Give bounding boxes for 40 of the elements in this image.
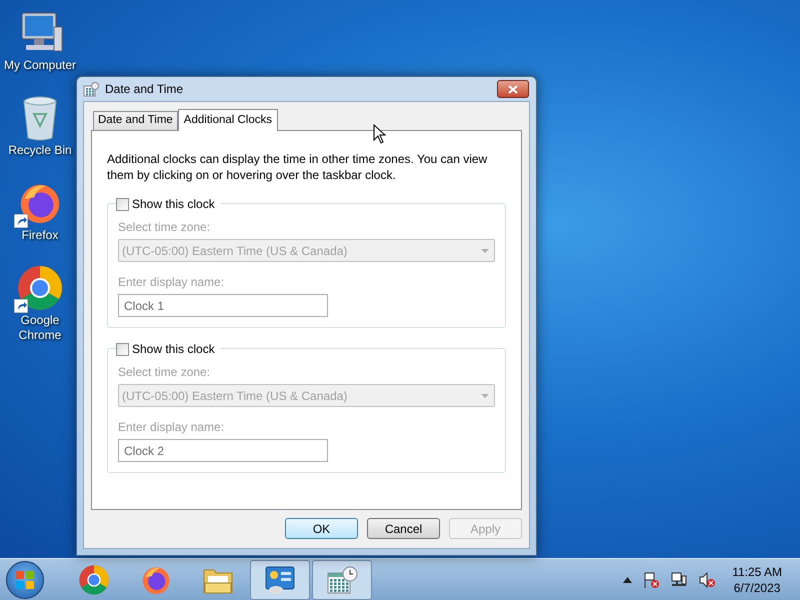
calendar-clock-icon (83, 81, 99, 97)
clock-area[interactable]: 11:25 AM 6/7/2023 (732, 564, 782, 596)
taskbar-button[interactable] (250, 560, 310, 600)
description-text: Additional clocks can display the time in other time zones. You can view them by clicking on or hovering over the taskbar clock. (107, 151, 488, 183)
show-hidden-icons-arrow-icon[interactable] (623, 576, 632, 582)
taskbar-button[interactable] (312, 560, 372, 600)
chrome-icon[interactable] (16, 264, 64, 312)
clock-time: 11:25 AM (732, 564, 782, 580)
control-panel-icon (264, 564, 296, 594)
display-name-field[interactable]: Clock 2 (118, 439, 328, 462)
show-clock-checkbox[interactable] (116, 342, 129, 356)
close-icon (508, 84, 518, 94)
window-title: Date and Time (105, 81, 184, 98)
field-label: Select time zone: (118, 364, 212, 381)
field-label: Select time zone: (118, 219, 212, 236)
network-icon[interactable] (670, 570, 688, 588)
start-button[interactable] (6, 560, 44, 598)
speaker-muted-icon[interactable] (698, 570, 716, 588)
flag-error-icon[interactable] (642, 570, 660, 588)
dialog-button[interactable]: Cancel (367, 518, 440, 539)
chrome-icon (78, 564, 110, 596)
dialog-button[interactable]: OK (285, 518, 358, 539)
desktop-icon-label[interactable]: Google Chrome (1, 313, 79, 343)
dropdown-arrow-icon (481, 394, 489, 398)
field-label: Enter display name: (118, 274, 226, 291)
calendar-clock-icon (326, 564, 358, 594)
tab[interactable]: Additional Clocks (178, 109, 278, 131)
checkbox-label[interactable]: Show this clock (132, 340, 215, 358)
desktop-icon-label[interactable]: Recycle Bin (1, 143, 79, 158)
desktop-icon-label[interactable]: My Computer (1, 58, 79, 73)
display-name-field[interactable]: Clock 1 (118, 294, 328, 317)
show-clock-checkbox[interactable] (116, 198, 129, 210)
dropdown-arrow-icon (481, 248, 489, 252)
close-button[interactable] (497, 80, 529, 98)
tab[interactable]: Date and Time (93, 111, 178, 130)
field-label: Enter display name: (118, 419, 226, 436)
checkbox-label[interactable]: Show this clock (132, 195, 215, 213)
desktop-icon-label[interactable]: Firefox (1, 228, 79, 243)
clock-date: 6/7/2023 (734, 580, 780, 596)
windows-logo-icon (15, 570, 35, 590)
